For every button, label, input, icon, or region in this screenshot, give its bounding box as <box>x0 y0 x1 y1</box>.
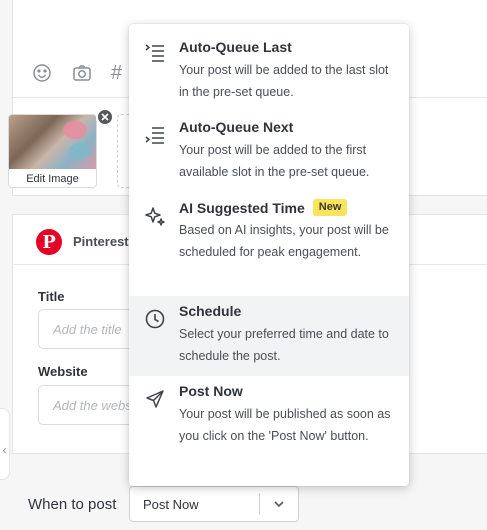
clock-icon <box>144 308 166 330</box>
queue-next-icon <box>144 124 166 146</box>
menu-item-title: Auto-Queue Last <box>179 39 292 55</box>
menu-item-auto-queue-last[interactable]: Auto-Queue Last Your post will be added … <box>129 24 409 104</box>
edit-image-button[interactable]: Edit Image <box>9 169 96 187</box>
camera-icon[interactable] <box>71 62 93 84</box>
hashtag-icon[interactable]: # <box>111 62 122 84</box>
thumbnail-image <box>9 115 96 169</box>
sparkle-icon <box>144 205 166 227</box>
title-label: Title <box>38 289 65 304</box>
network-name: Pinterest <box>73 234 129 249</box>
chevron-left-icon: ‹ <box>2 443 7 457</box>
new-badge: New <box>312 199 348 216</box>
when-to-post-select[interactable]: Post Now <box>129 486 299 522</box>
menu-item-description: Your post will be added to the last slot… <box>179 63 389 99</box>
website-label: Website <box>38 364 88 379</box>
menu-item-title: Post Now <box>179 383 243 399</box>
collapse-handle[interactable]: ‹ <box>0 408 10 480</box>
menu-item-title: Auto-Queue Next <box>179 119 294 135</box>
remove-media-button[interactable] <box>96 108 114 126</box>
post-timing-menu: Auto-Queue Last Your post will be added … <box>129 24 409 486</box>
menu-item-description: Based on AI insights, your post will be … <box>179 223 389 259</box>
menu-item-ai-suggested-time[interactable]: AI Suggested Time New Based on AI insigh… <box>129 184 409 296</box>
emoji-icon[interactable] <box>31 62 53 84</box>
menu-item-title: AI Suggested Time <box>179 199 305 216</box>
menu-item-post-now[interactable]: Post Now Your post will be published as … <box>129 376 409 486</box>
menu-item-schedule[interactable]: Schedule Select your preferred time and … <box>129 296 409 376</box>
queue-last-icon <box>144 42 166 64</box>
menu-item-title: Schedule <box>179 303 242 319</box>
menu-item-description: Your post will be published as soon as y… <box>179 407 391 443</box>
pinterest-logo-icon: P <box>36 229 62 255</box>
close-icon <box>101 113 109 121</box>
send-icon <box>144 388 166 410</box>
composer-toolbar: # <box>31 62 122 84</box>
selected-option: Post Now <box>143 496 199 512</box>
menu-item-description: Your post will be added to the first ava… <box>179 143 370 179</box>
when-to-post-label: When to post <box>28 496 117 513</box>
menu-item-auto-queue-next[interactable]: Auto-Queue Next Your post will be added … <box>129 104 409 184</box>
menu-item-description: Select your preferred time and date to s… <box>179 327 389 363</box>
chevron-down-icon[interactable] <box>260 487 298 521</box>
media-thumbnail[interactable]: Edit Image <box>8 114 97 188</box>
